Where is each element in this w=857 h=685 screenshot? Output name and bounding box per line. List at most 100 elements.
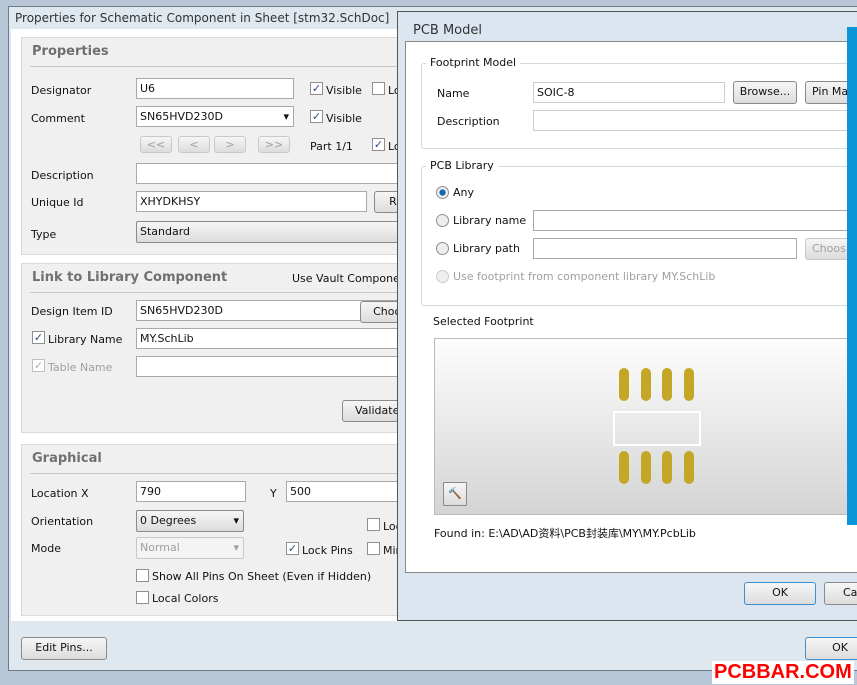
library-name-input[interactable]: MY.SchLib [136, 328, 426, 349]
show-all-pins-label: Show All Pins On Sheet (Even if Hidden) [152, 570, 372, 583]
mirror-checkbox[interactable] [367, 542, 380, 555]
graphical-group: Graphical Location X 790 Y 500 0 Degrees… [21, 444, 426, 616]
unique-id-input[interactable]: XHYDKHSY [136, 191, 367, 212]
designator-label: Designator [31, 84, 92, 97]
show-all-pins-checkbox[interactable] [136, 569, 149, 582]
local-colors-label: Local Colors [152, 592, 219, 605]
local-colors-checkbox[interactable] [136, 591, 149, 604]
group-heading: Footprint Model [426, 56, 521, 69]
watermark: PCBBAR.COM [712, 661, 854, 684]
component-outline [613, 411, 701, 446]
location-x-input[interactable]: 790 [136, 481, 246, 502]
orientation-value: 0 Degrees [140, 514, 197, 527]
visible-label: Visible [326, 84, 362, 97]
designator-lock-checkbox[interactable] [372, 82, 385, 95]
library-link-group: Link to Library Component Use Vault Comp… [21, 263, 426, 433]
next-part-button[interactable]: > [214, 136, 246, 153]
comment-visible-checkbox[interactable]: ✓ [310, 110, 323, 123]
visible-label: Visible [326, 112, 362, 125]
prev-part-button[interactable]: < [178, 136, 210, 153]
last-part-button[interactable]: >> [258, 136, 290, 153]
library-path-input[interactable] [533, 238, 797, 259]
description-input[interactable] [136, 163, 426, 184]
group-heading: Properties [32, 44, 109, 59]
content-panel: Footprint Model Name SOIC-8 Browse... Pi… [405, 41, 857, 573]
pcb-library-group [421, 166, 857, 306]
lock-pins-checkbox[interactable]: ✓ [286, 542, 299, 555]
mode-label: Mode [31, 542, 61, 555]
ok-button[interactable]: OK [805, 637, 857, 660]
type-dropdown[interactable]: Standard [136, 221, 426, 243]
footprint-name-input[interactable]: SOIC-8 [533, 82, 725, 103]
unique-id-label: Unique Id [31, 196, 84, 209]
part-label: Part 1/1 [310, 140, 353, 153]
group-heading: Link to Library Component [32, 270, 228, 285]
location-x-label: Location X [31, 487, 89, 500]
pad [641, 368, 651, 401]
dialog-title: Properties for Schematic Component in Sh… [15, 11, 390, 25]
pad [662, 451, 672, 484]
found-in: Found in: E:\AD\AD资料\PCB封装库\MY\MY.PcbLib [434, 525, 696, 541]
design-item-label: Design Item ID [31, 305, 113, 318]
orientation-label: Orientation [31, 515, 94, 528]
use-vault-label: Use Vault Componen [292, 272, 407, 285]
use-component-library-label: Use footprint from component library MY.… [453, 270, 716, 283]
library-name-label: Library Name [48, 333, 123, 346]
accent-bar [847, 27, 857, 525]
library-name-input[interactable] [533, 210, 857, 231]
chevron-down-icon: ▾ [233, 514, 239, 527]
location-y-label: Y [270, 487, 277, 500]
group-heading: Graphical [32, 451, 102, 466]
group-heading: PCB Library [426, 159, 498, 172]
library-path-radio[interactable] [436, 242, 449, 255]
ok-button[interactable]: OK [744, 582, 816, 605]
pad [619, 368, 629, 401]
library-name-checkbox[interactable]: ✓ [32, 331, 45, 344]
first-part-button[interactable]: << [140, 136, 172, 153]
orientation-dropdown[interactable]: 0 Degrees ▾ [136, 510, 244, 532]
comment-label: Comment [31, 112, 85, 125]
edit-pins-button[interactable]: Edit Pins... [21, 637, 107, 660]
library-name-label: Library name [453, 214, 527, 227]
designator-input[interactable]: U6 [136, 78, 294, 99]
properties-group: Properties Designator U6 ✓ Visible Lo Co… [21, 37, 426, 255]
footprint-description-input[interactable] [533, 110, 857, 131]
description-label: Description [31, 169, 94, 182]
table-name-input[interactable] [136, 356, 426, 377]
found-in-path: E:\AD\AD资料\PCB封装库\MY\MY.PcbLib [488, 527, 696, 540]
type-label: Type [31, 228, 57, 241]
selected-footprint-heading: Selected Footprint [433, 315, 534, 328]
description-label: Description [437, 115, 500, 128]
library-name-radio[interactable] [436, 214, 449, 227]
table-name-checkbox[interactable]: ✓ [32, 359, 45, 372]
library-path-label: Library path [453, 242, 520, 255]
lock-checkbox[interactable] [367, 518, 380, 531]
any-label: Any [453, 186, 475, 199]
hammer-icon[interactable]: 🔨 [443, 482, 467, 506]
cancel-button[interactable]: Car [824, 582, 857, 605]
mode-value: Normal [140, 541, 180, 554]
pad [641, 451, 651, 484]
footprint-model-group [421, 63, 857, 149]
chevron-down-icon: ▾ [283, 110, 289, 123]
pad [684, 368, 694, 401]
found-in-label: Found in: [434, 527, 485, 540]
part-lock-checkbox[interactable]: ✓ [372, 138, 385, 151]
pad [684, 451, 694, 484]
name-label: Name [437, 87, 470, 100]
chevron-down-icon: ▾ [233, 541, 239, 554]
browse-button[interactable]: Browse... [733, 81, 797, 104]
pcb-model-dialog: PCB Model Footprint Model Name SOIC-8 Br… [397, 11, 857, 621]
designator-visible-checkbox[interactable]: ✓ [310, 82, 323, 95]
pad [662, 368, 672, 401]
pad [619, 451, 629, 484]
footprint-preview: 🔨 [434, 338, 857, 515]
mode-dropdown[interactable]: Normal ▾ [136, 537, 244, 559]
comment-combobox[interactable]: SN65HVD230D ▾ [136, 106, 294, 127]
any-radio[interactable] [436, 186, 449, 199]
comment-value: SN65HVD230D [140, 110, 223, 123]
lock-pins-label: Lock Pins [302, 544, 353, 557]
dialog-title: PCB Model [413, 23, 482, 38]
table-name-label: Table Name [48, 361, 113, 374]
use-component-library-radio[interactable] [436, 270, 449, 283]
